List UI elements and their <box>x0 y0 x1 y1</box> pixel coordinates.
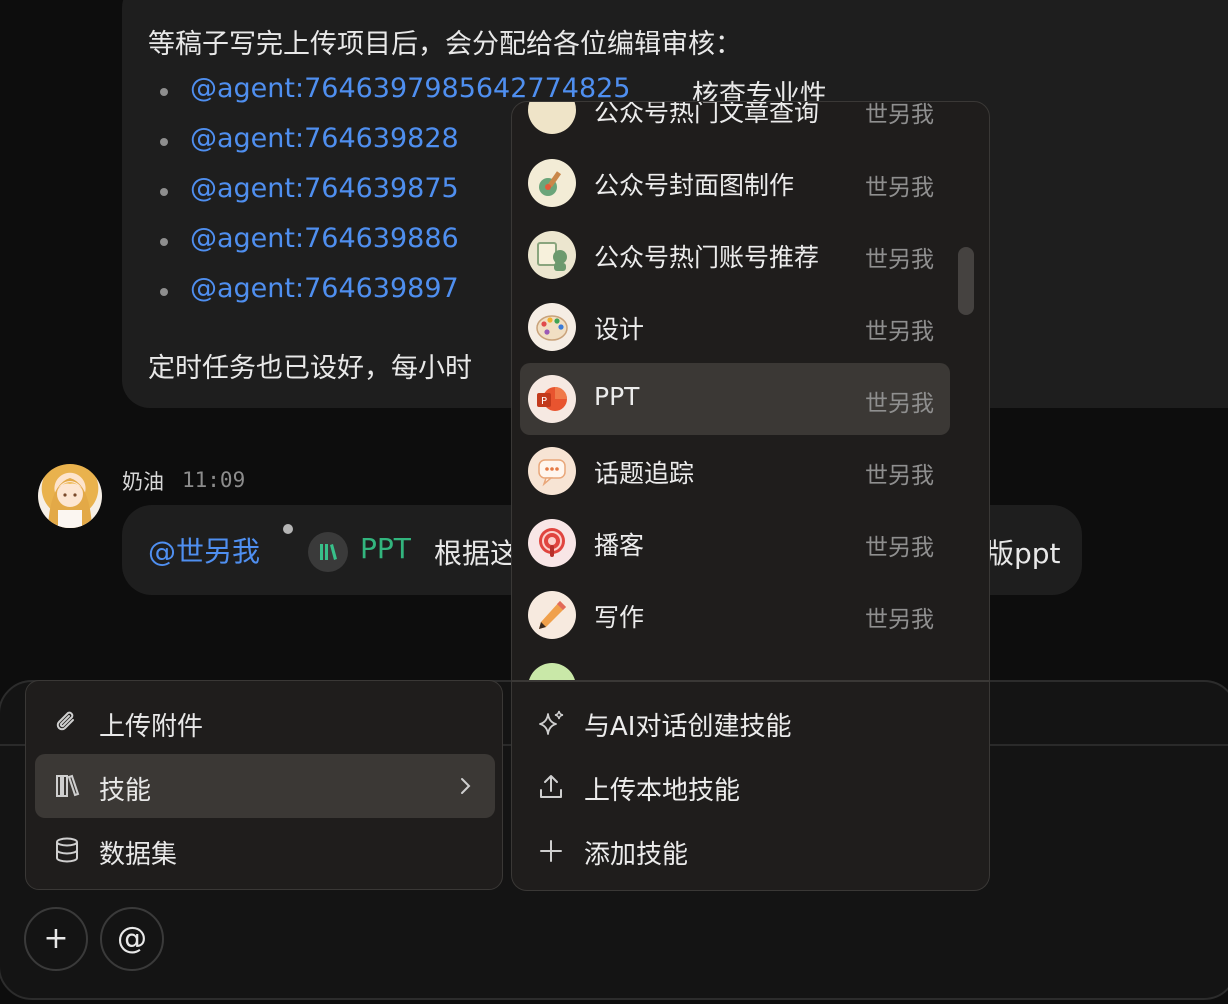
agent-mention-4[interactable]: @agent:764639886 <box>190 223 459 254</box>
menu-item-upload-attachment[interactable]: 上传附件 <box>35 690 495 754</box>
skill-item-podcast[interactable]: 播客 世另我 <box>520 507 950 579</box>
powerpoint-icon: P <box>528 375 576 423</box>
menu-item-dataset[interactable]: 数据集 <box>35 818 495 882</box>
skill-item-partial-bottom[interactable] <box>520 651 950 680</box>
list-bullet <box>160 288 168 296</box>
paperclip-icon <box>56 711 74 731</box>
guitar-cover-icon <box>528 159 576 207</box>
skill-item-writing[interactable]: 写作 世另我 <box>520 579 950 651</box>
skill-item-design[interactable]: 设计 世另我 <box>520 291 950 363</box>
skill-item-topic-tracking[interactable]: 话题追踪 世另我 <box>520 435 950 507</box>
message-text-tail: 版ppt <box>986 537 1061 570</box>
skill-icon <box>528 663 576 680</box>
avatar[interactable] <box>38 464 102 528</box>
skill-tag[interactable]: PPT <box>360 532 411 565</box>
create-skill-with-ai-button[interactable]: 与AI对话创建技能 <box>512 690 989 754</box>
menu-item-skills[interactable]: 技能 <box>35 754 495 818</box>
skill-owner: 世另我 <box>865 247 934 273</box>
plus-icon <box>540 840 562 862</box>
skill-owner: 世另我 <box>865 463 934 489</box>
list-bullet <box>160 238 168 246</box>
skill-item-ppt[interactable]: P PPT 世另我 <box>520 363 950 435</box>
svg-text:P: P <box>541 396 547 407</box>
skill-list: 公众号热门文章查询 世另我 公众号封面图制作 世另我 公众号热门账号推荐 世另我… <box>512 102 989 680</box>
podcast-icon <box>528 519 576 567</box>
skill-owner: 世另我 <box>865 535 934 561</box>
menu-item-label: 上传附件 <box>99 712 204 742</box>
palette-icon <box>528 303 576 351</box>
skill-owner: 世另我 <box>865 175 934 201</box>
skill-list-scrollbar[interactable] <box>958 247 974 315</box>
skill-name: 设计 <box>594 315 645 344</box>
account-recommend-icon <box>528 231 576 279</box>
agent-mention-3[interactable]: @agent:764639875 <box>190 173 459 204</box>
article-search-icon <box>528 102 576 134</box>
skill-library-icon <box>56 774 80 797</box>
skills-submenu: 公众号热门文章查询 世另我 公众号封面图制作 世另我 公众号热门账号推荐 世另我… <box>511 101 990 891</box>
pencil-icon <box>528 591 576 639</box>
skill-name: 话题追踪 <box>594 459 695 488</box>
list-bullet <box>160 138 168 146</box>
chevron-right-icon <box>461 778 471 794</box>
skill-name: PPT <box>594 382 640 411</box>
skill-owner: 世另我 <box>865 391 934 417</box>
menu-item-label: 技能 <box>99 776 152 806</box>
online-dot <box>283 524 293 534</box>
message-text: 根据这 <box>434 537 519 570</box>
skill-item-cover[interactable]: 公众号封面图制作 世另我 <box>520 147 950 219</box>
message-footer: 定时任务也已设好，每小时 <box>148 353 472 384</box>
agent-mention-2[interactable]: @agent:764639828 <box>190 123 459 154</box>
skill-owner: 世另我 <box>865 319 934 345</box>
agent-mention-1[interactable]: @agent:7646397985642774825 <box>190 73 630 104</box>
skill-name: 播客 <box>594 531 645 560</box>
upload-local-skill-button[interactable]: 上传本地技能 <box>512 754 989 818</box>
sender-name: 奶油 <box>122 470 164 494</box>
mention-button[interactable]: @ <box>100 907 164 971</box>
menu-divider <box>512 680 989 682</box>
upload-icon <box>540 775 562 798</box>
action-label: 添加技能 <box>584 840 689 870</box>
skill-owner: 世另我 <box>865 102 934 128</box>
skill-name: 公众号热门账号推荐 <box>594 243 820 272</box>
skill-name: 公众号热门文章查询 <box>594 102 820 127</box>
user-mention[interactable]: @世另我 <box>148 530 260 570</box>
list-bullet <box>160 188 168 196</box>
agent-mention-5[interactable]: @agent:764639897 <box>190 273 459 304</box>
skill-item-account-recommend[interactable]: 公众号热门账号推荐 世另我 <box>520 219 950 291</box>
add-button[interactable]: + <box>24 907 88 971</box>
skill-owner: 世另我 <box>865 607 934 633</box>
menu-item-label: 数据集 <box>99 840 178 870</box>
attach-menu: 上传附件 技能 数据集 <box>25 680 503 890</box>
skill-name: 写作 <box>594 603 645 632</box>
list-bullet <box>160 88 168 96</box>
sparkle-icon <box>539 710 564 735</box>
chat-bubble-icon <box>528 447 576 495</box>
add-skill-button[interactable]: 添加技能 <box>512 818 989 882</box>
database-icon <box>56 837 78 863</box>
skill-library-icon <box>308 532 348 572</box>
action-label: 上传本地技能 <box>584 776 741 806</box>
action-label: 与AI对话创建技能 <box>584 712 792 742</box>
message-intro: 等稿子写完上传项目后，会分配给各位编辑审核： <box>148 29 742 60</box>
skill-item-partial[interactable]: 公众号热门文章查询 世另我 <box>520 102 950 146</box>
message-time: 11:09 <box>182 468 246 492</box>
skill-name: 公众号封面图制作 <box>594 171 795 200</box>
